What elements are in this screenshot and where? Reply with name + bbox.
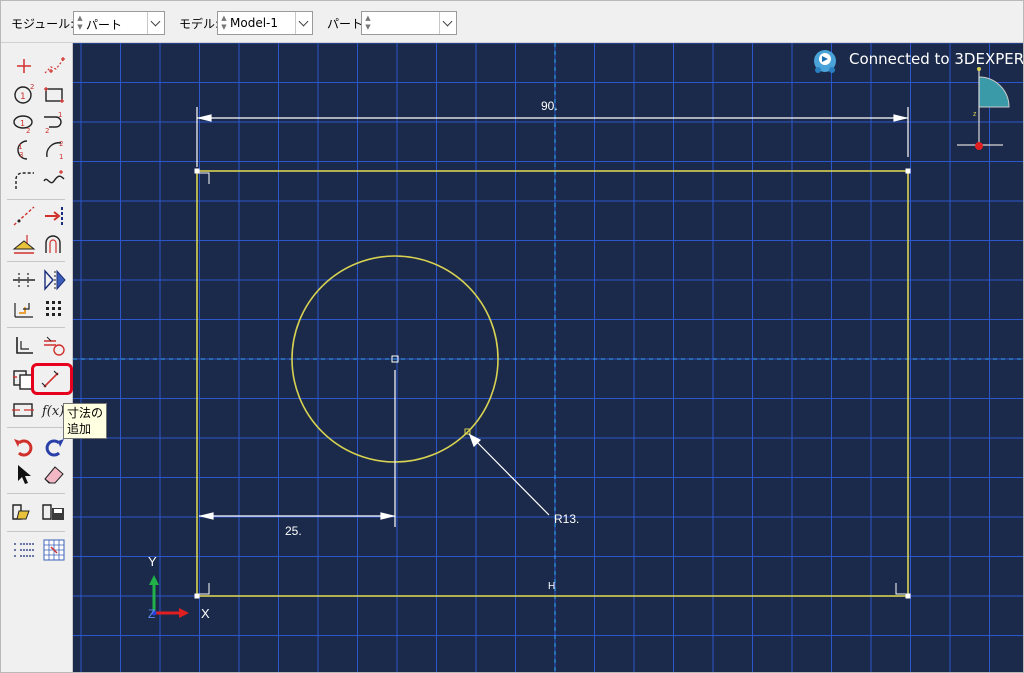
view-orientation-icon[interactable]: z [957,67,1010,150]
save-sketch-icon[interactable] [41,499,67,525]
svg-text:2: 2 [59,140,63,148]
svg-text:3: 3 [19,151,23,159]
spline-points-icon[interactable] [41,53,67,79]
constraint-icon[interactable] [11,333,37,359]
module-label: モジュール: [11,17,75,31]
sketch-toolbox: 12 12 12 13 12 f(x) [1,43,73,672]
svg-text:2: 2 [26,127,30,135]
triad-x-label: X [201,606,210,621]
spin-arrows-icon: ▲ ▼ [365,14,371,31]
context-bar: モジュール: ▲ ▼ パート モデル: ▲ ▼ Model-1 パート: ▲ ▼ [1,1,1023,43]
offset-edge-icon[interactable] [41,203,67,229]
svg-text:1: 1 [18,143,22,151]
dimension-radius-label[interactable]: R13. [554,512,579,526]
spin-arrows-icon: ▲ ▼ [77,14,83,31]
horizontal-constraint-mark[interactable]: H [548,581,555,592]
project-edges-icon[interactable] [11,231,37,257]
model-value: Model-1 [230,16,278,30]
tool-highlight-frame [31,363,73,395]
model-combo[interactable]: ▲ ▼ Model-1 [217,11,313,35]
arc-tangent-icon[interactable]: 12 [41,109,67,135]
sketch-grid-icon[interactable] [41,537,67,563]
chevron-down-icon[interactable] [295,12,312,34]
model-label: モデル: [179,17,220,31]
circle-icon[interactable]: 12 [11,81,37,107]
part-combo[interactable]: ▲ ▼ [361,11,457,35]
tooltip: 寸法の 追加 [63,403,107,439]
spin-arrows-icon: ▲ ▼ [221,14,227,31]
toolbox-separator [7,531,65,532]
tooltip-line-1: 寸法の [67,406,104,420]
svg-text:2: 2 [30,83,34,91]
arc-center-icon[interactable]: 12 [41,137,67,163]
3dexperience-logo-icon [814,50,836,73]
spline-icon[interactable] [41,167,67,193]
toolbox-separator [7,327,65,328]
module-combo[interactable]: ▲ ▼ パート [73,11,165,35]
dimension-width-label[interactable]: 90. [541,99,558,113]
sketch-canvas[interactable]: 90. 25. R13. H Y X Z z [73,43,1023,672]
dimension-offset-label[interactable]: 25. [285,524,302,538]
svg-text:1: 1 [58,111,62,119]
edit-dimension-icon[interactable] [11,397,37,423]
ellipse-icon[interactable]: 12 [11,109,37,135]
chevron-down-icon[interactable] [439,12,456,34]
triad-y-label: Y [148,554,157,569]
open-sketch-icon[interactable] [11,499,37,525]
sketch-rectangle[interactable] [196,170,909,597]
svg-text:z: z [973,111,977,118]
linear-pattern-icon[interactable] [11,295,37,321]
svg-text:1: 1 [20,92,26,102]
undo-icon[interactable] [11,433,37,459]
triad-z-label: Z [148,607,155,621]
connection-status: Connected to 3DEXPER [849,50,1024,68]
dimension-radius[interactable] [468,433,550,516]
auto-constraint-icon[interactable] [41,333,67,359]
mirror-icon[interactable] [41,267,67,293]
fillet-icon[interactable] [11,167,37,193]
rectangle-icon[interactable] [41,81,67,107]
select-icon[interactable] [11,461,37,487]
toolbox-separator [7,427,65,428]
construction-line-icon[interactable] [11,203,37,229]
toolbox-separator [7,493,65,494]
svg-text:1: 1 [59,153,63,161]
svg-text:f(x): f(x) [41,404,64,419]
toolbox-separator [7,199,65,200]
corner-markers [194,168,911,599]
svg-text:2: 2 [45,127,49,135]
sketch-viewport[interactable]: 90. 25. R13. H Y X Z z [73,43,1023,672]
arc-three-point-icon[interactable]: 13 [11,137,37,163]
toolbox-separator [7,261,65,262]
point-icon[interactable] [11,53,37,79]
sketch-options-icon[interactable] [11,537,37,563]
sketch-grid [73,43,1023,672]
abaqus-window: モジュール: ▲ ▼ パート モデル: ▲ ▼ Model-1 パート: ▲ ▼ 1 [0,0,1024,673]
chevron-down-icon[interactable] [147,12,164,34]
dimension-offset[interactable] [199,370,396,527]
tooltip-line-2: 追加 [67,422,92,436]
dimension-width[interactable] [196,107,909,167]
erase-icon[interactable] [41,461,67,487]
module-value: パート [86,18,123,32]
grid-pattern-icon[interactable] [41,295,67,321]
svg-text:1: 1 [20,119,25,128]
sweep-icon[interactable] [41,231,67,257]
split-icon[interactable] [11,267,37,293]
